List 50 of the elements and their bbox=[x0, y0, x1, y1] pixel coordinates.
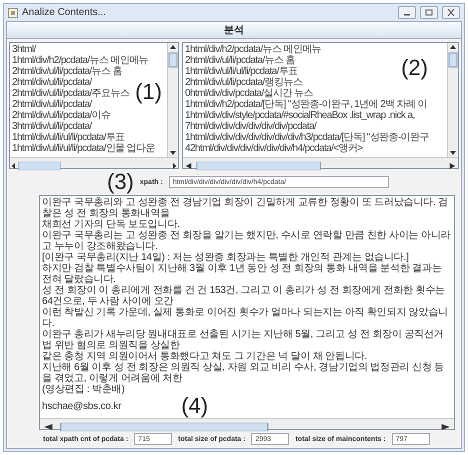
list-item[interactable]: 0html/div/div/pcdata/실시간 뉴스 bbox=[185, 88, 313, 99]
content-line: [이완구 국무총리(지난 14일) : 저는 성완종 회장과는 특별한 개인적 관계는 없습니다.] bbox=[42, 252, 410, 263]
content-line: 하지만 검찰 특별수사팀이 지난해 3월 이후 1년 동안 성 전 회장의 통화 내역을 분석한 결과는 전혀 달랐습니다. bbox=[42, 263, 443, 285]
horizontal-scrollbar[interactable] bbox=[40, 418, 454, 429]
list-item[interactable]: 1html/div/div/style/pcdata/#socialRheaBox .list_wrap .nick a, bbox=[185, 110, 415, 121]
content-line: hschae@sbs.co.kr bbox=[42, 400, 122, 412]
list-item[interactable]: 2html/div/ul/li/pcdata/이슈 bbox=[12, 110, 110, 121]
list-item[interactable]: 1html/div/h2/pcdata/뉴스 메인메뉴 bbox=[185, 44, 322, 55]
content-area[interactable] bbox=[39, 195, 455, 430]
content-line: 성 전 회장이 이 총리에게 전화를 건 건 153건, 그리고 이 총리가 성 전 회장에게 전화한 횟수는 64건으로, 두 사람 사이에 오간 bbox=[42, 285, 446, 307]
list-item[interactable]: 1html/div/ul/li/ul/li/pcdata/투표 bbox=[185, 66, 298, 77]
content-line: 지난해 6월 이후 성 전 회장은 의원직 상실, 자원 외교 비리 수사, 경남기업의 법정관리 신청 등을 겪었고, 이렇게 어려움에 처한 bbox=[42, 362, 445, 384]
list-item[interactable]: 2html/div/ul/li/pcdata/ bbox=[12, 99, 92, 110]
content-line: 채희선 기자의 단독 보도입니다. bbox=[42, 219, 181, 230]
maximize-icon bbox=[425, 9, 433, 16]
list-item[interactable]: 1html/div/h2/pcdata/[단독] "성완종-이완구, 1년에 2백 차례 이 bbox=[185, 99, 428, 110]
list-item[interactable]: 3html/ bbox=[12, 44, 36, 55]
vertical-scrollbar[interactable] bbox=[167, 43, 178, 157]
annotation-label: (2) bbox=[401, 57, 428, 79]
horizontal-scrollbar[interactable] bbox=[10, 157, 178, 168]
content-line: 같은 충청 지역 의원이어서 통화했다고 쳐도 그 기간은 넉 달이 채 안됩니다. bbox=[42, 351, 368, 362]
content-line: 이런 착발신 기록 가운데, 실제 통화로 이어진 횟수가 얼마나 되는지는 아직 확인되지 않았습니다. bbox=[42, 307, 449, 329]
list-item[interactable]: 2html/div/ul/li/pcdata/뉴스 홈 bbox=[185, 55, 295, 66]
maximize-button[interactable] bbox=[420, 6, 438, 19]
list-item[interactable]: 2html/div/ul/li/pcdata/뉴스 홈 bbox=[12, 66, 122, 77]
content-line: 이완구 국무총리는 고 성완종 전 회장을 알기는 했지만, 수시로 연락할 만큼 친한 사이는 아니라고 누누이 강조해왔습니다. bbox=[42, 230, 452, 252]
list-item[interactable]: 2html/div/ul/li/pcdata/랭킹뉴스 bbox=[185, 77, 302, 88]
list-item[interactable]: 1html/div/ul/li/ul/li/pcdata/투표 bbox=[12, 132, 125, 143]
header-title: 분석 bbox=[224, 24, 244, 37]
list-item[interactable]: 2html/div/ul/li/pcdata/ bbox=[12, 77, 92, 88]
content-line: 이완구 총리가 새누리당 원내대표로 선출된 시기는 지난해 5월, 그리고 성 전 회장이 공직선거법 위반 혐의로 의원직을 상실한 bbox=[42, 329, 444, 351]
list-item[interactable]: 7html/div/div/div/div/div/div/pcdata/ bbox=[185, 121, 316, 132]
annotation-label: (1) bbox=[135, 81, 162, 103]
window-title: Analize Contents... bbox=[22, 7, 107, 18]
list-item[interactable]: 1html/div/div/div/div/div/div/div/h3/pcdata/[단독] "성완종-이완구 bbox=[185, 132, 429, 143]
close-button[interactable] bbox=[442, 6, 460, 19]
minimize-button[interactable] bbox=[398, 6, 416, 19]
annotation-label: (4) bbox=[181, 395, 208, 417]
list-item[interactable]: 2html/div/ul/li/pcdata/주요뉴스 bbox=[12, 88, 130, 99]
list-item[interactable]: 1html/div/h2/pcdata/뉴스 메인메뉴 bbox=[12, 55, 148, 66]
close-icon bbox=[447, 9, 455, 16]
content-line: 이완구 국무총리와 고 성완종 전 경남기업 회장이 긴밀하게 교류한 정황이 또 드러났습니다. 검찰은 성 전 회장의 통화내역을 bbox=[42, 197, 449, 219]
list-item[interactable]: 1html/div/ul/li/ul/li/pcdata/인물 업다운 bbox=[12, 143, 155, 154]
list-item[interactable]: 42html/div/div/div/div/div/div/h4/pcdata/<앵커> bbox=[185, 143, 363, 154]
annotation-label: (3) bbox=[107, 171, 134, 193]
horizontal-scrollbar[interactable] bbox=[183, 157, 458, 168]
list-item[interactable]: 3html/div/ul/li/pcdata/ bbox=[12, 121, 92, 132]
app-icon bbox=[8, 8, 18, 18]
content-line: (영상편집 : 박춘배) bbox=[42, 384, 126, 395]
vertical-scrollbar[interactable] bbox=[447, 43, 458, 157]
